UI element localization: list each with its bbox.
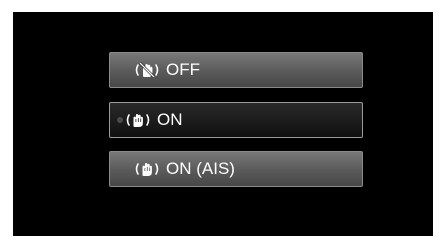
option-stabilizer-on[interactable]: ON — [109, 102, 363, 138]
stabilizer-off-icon — [134, 61, 160, 79]
selection-cursor-dot — [117, 117, 123, 123]
stabilizer-on-icon — [125, 111, 151, 129]
option-stabilizer-on-ais[interactable]: ON (AIS) — [109, 151, 363, 187]
page: OFF ON ON (AIS) — [0, 0, 446, 248]
option-label: ON (AIS) — [166, 159, 235, 178]
stabilizer-ais-icon — [134, 160, 160, 178]
option-stabilizer-off[interactable]: OFF — [109, 52, 363, 88]
option-label: OFF — [166, 60, 200, 79]
option-label: ON — [157, 110, 183, 129]
camera-menu-screen: OFF ON ON (AIS) — [13, 12, 433, 236]
